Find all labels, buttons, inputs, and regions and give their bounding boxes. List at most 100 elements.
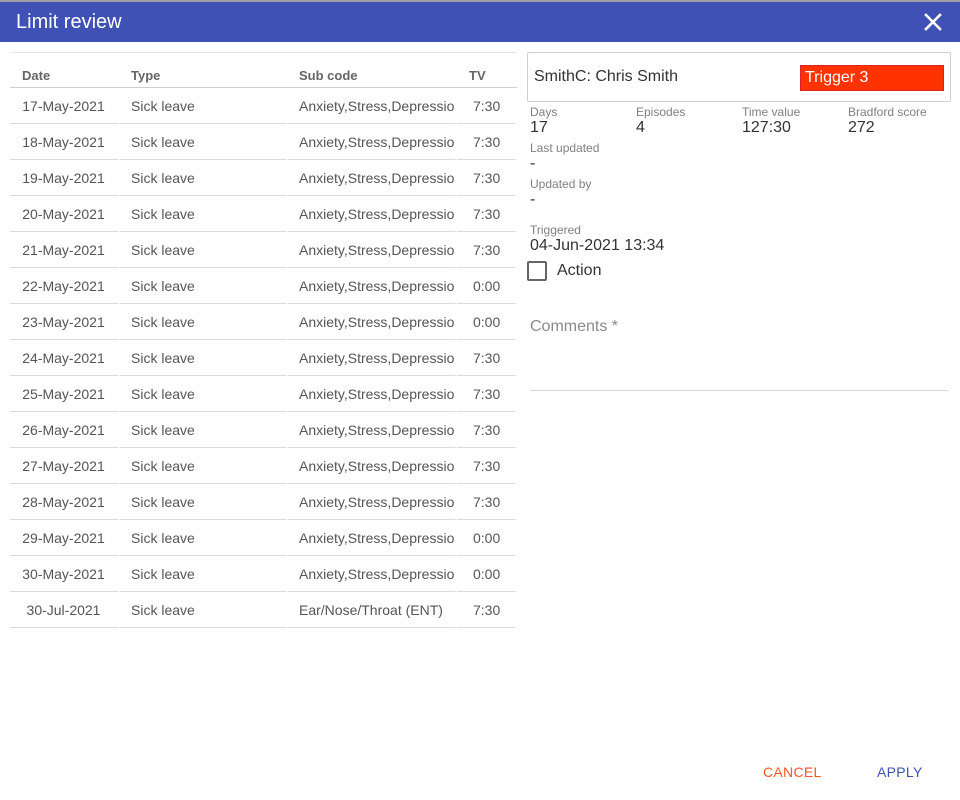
close-icon[interactable] (922, 11, 944, 33)
cell-tv: 7:30 (457, 124, 517, 160)
cell-type: Sick leave (120, 160, 288, 196)
table-row[interactable]: 20-May-2021 Sick leave Anxiety,Stress,Depr… (10, 196, 517, 232)
cell-type: Sick leave (120, 592, 288, 628)
table-row[interactable]: 24-May-2021 Sick leave Anxiety,Stress,Depr… (10, 340, 517, 376)
cell-type: Sick leave (120, 484, 288, 520)
cell-sub-code: Anxiety,Stress,Depression (288, 196, 457, 232)
cell-type: Sick leave (120, 124, 288, 160)
cell-tv: 7:30 (457, 88, 517, 124)
cell-sub-code: Anxiety,Stress,Depression (288, 88, 457, 124)
column-header-tv[interactable]: TV (457, 53, 517, 88)
cell-type: Sick leave (120, 196, 288, 232)
episodes-value: 4 (636, 119, 645, 136)
table-row[interactable]: 21-May-2021 Sick leave Anxiety,Stress,Depr… (10, 232, 517, 268)
cell-type: Sick leave (120, 88, 288, 124)
stat-last-updated: Last updated - (530, 141, 599, 173)
cell-date: 28-May-2021 (10, 484, 120, 520)
table-row[interactable]: 19-May-2021 Sick leave Anxiety,Stress,Depr… (10, 160, 517, 196)
cell-tv: 0:00 (457, 268, 517, 304)
cell-sub-code: Ear/Nose/Throat (ENT) (288, 592, 457, 628)
column-header-sub-code[interactable]: Sub code (288, 53, 457, 88)
absence-table: Date Type Sub code TV 17-May-2021 Sick le… (10, 52, 517, 628)
days-value: 17 (530, 119, 548, 136)
cell-date: 25-May-2021 (10, 376, 120, 412)
limit-review-dialog: Limit review Date Type Sub code TV 17-Ma… (0, 0, 960, 800)
cell-type: Sick leave (120, 340, 288, 376)
cell-sub-code: Anxiety,Stress,Depression (288, 232, 457, 268)
cell-type: Sick leave (120, 232, 288, 268)
cell-sub-code: Anxiety,Stress,Depression (288, 124, 457, 160)
stat-days: Days 17 (530, 105, 557, 137)
column-header-type[interactable]: Type (120, 53, 288, 88)
stat-triggered: Triggered 04-Jun-2021 13:34 (530, 223, 664, 255)
table-row[interactable]: 22-May-2021 Sick leave Anxiety,Stress,Depr… (10, 268, 517, 304)
table-row[interactable]: 27-May-2021 Sick leave Anxiety,Stress,Depr… (10, 448, 517, 484)
cell-type: Sick leave (120, 520, 288, 556)
table-row[interactable]: 23-May-2021 Sick leave Anxiety,Stress,Depr… (10, 304, 517, 340)
table-header-row: Date Type Sub code TV (10, 53, 517, 88)
cell-tv: 7:30 (457, 340, 517, 376)
comments-input[interactable] (530, 316, 948, 391)
trigger-badge: Trigger 3 (800, 65, 944, 91)
last-updated-label: Last updated (530, 141, 600, 155)
dialog-title-bar: Limit review (0, 2, 960, 42)
cell-date: 20-May-2021 (10, 196, 120, 232)
cell-sub-code: Anxiety,Stress,Depression (288, 304, 457, 340)
cell-date: 30-May-2021 (10, 556, 120, 592)
stat-bradford-score: Bradford score 272 (848, 105, 927, 137)
action-checkbox[interactable] (527, 261, 547, 281)
cell-tv: 7:30 (457, 196, 517, 232)
cell-date: 26-May-2021 (10, 412, 120, 448)
cell-sub-code: Anxiety,Stress,Depression (288, 448, 457, 484)
episodes-label: Episodes (636, 105, 686, 119)
table-row[interactable]: 30-May-2021 Sick leave Anxiety,Stress,Depr… (10, 556, 517, 592)
table-row[interactable]: 29-May-2021 Sick leave Anxiety,Stress,Depr… (10, 520, 517, 556)
cell-sub-code: Anxiety,Stress,Depression (288, 520, 457, 556)
column-header-date[interactable]: Date (10, 53, 120, 88)
cell-date: 18-May-2021 (10, 124, 120, 160)
cell-date: 27-May-2021 (10, 448, 120, 484)
cell-type: Sick leave (120, 412, 288, 448)
cell-sub-code: Anxiety,Stress,Depression (288, 484, 457, 520)
time-value: 127:30 (742, 119, 791, 136)
table-row[interactable]: 30-Jul-2021 Sick leave Ear/Nose/Throat (EN… (10, 592, 517, 628)
cell-date: 21-May-2021 (10, 232, 120, 268)
cell-sub-code: Anxiety,Stress,Depression (288, 412, 457, 448)
cell-date: 22-May-2021 (10, 268, 120, 304)
cell-sub-code: Anxiety,Stress,Depression (288, 340, 457, 376)
cell-tv: 0:00 (457, 304, 517, 340)
cell-date: 24-May-2021 (10, 340, 120, 376)
cell-type: Sick leave (120, 268, 288, 304)
table-row[interactable]: 17-May-2021 Sick leave Anxiety,Stress,Depr… (10, 88, 517, 124)
days-label: Days (530, 105, 558, 119)
table-row[interactable]: 26-May-2021 Sick leave Anxiety,Stress,Depr… (10, 412, 517, 448)
table-body: 17-May-2021 Sick leave Anxiety,Stress,Depr… (10, 88, 517, 628)
cancel-button[interactable]: CANCEL (763, 764, 822, 780)
person-name: SmithC: Chris Smith (534, 68, 679, 85)
comments-field[interactable]: Comments * (530, 316, 948, 392)
cell-type: Sick leave (120, 448, 288, 484)
table-row[interactable]: 28-May-2021 Sick leave Anxiety,Stress,Depr… (10, 484, 517, 520)
cell-date: 23-May-2021 (10, 304, 120, 340)
action-label[interactable]: Action (557, 262, 601, 280)
table-row[interactable]: 25-May-2021 Sick leave Anxiety,Stress,Depr… (10, 376, 517, 412)
last-updated-value: - (530, 155, 536, 172)
cell-type: Sick leave (120, 376, 288, 412)
triggered-label: Triggered (530, 223, 581, 237)
time-value-label: Time value (742, 105, 801, 119)
table-row[interactable]: 18-May-2021 Sick leave Anxiety,Stress,Depr… (10, 124, 517, 160)
cell-sub-code: Anxiety,Stress,Depression (288, 556, 457, 592)
cell-sub-code: Anxiety,Stress,Depression (288, 268, 457, 304)
cell-tv: 0:00 (457, 556, 517, 592)
cell-tv: 7:30 (457, 232, 517, 268)
person-card: SmithC: Chris Smith Trigger 3 (527, 52, 951, 102)
stat-time-value: Time value 127:30 (742, 105, 800, 137)
stat-episodes: Episodes 4 (636, 105, 685, 137)
dialog-title: Limit review (16, 11, 122, 33)
apply-button[interactable]: APPLY (877, 764, 923, 780)
cell-tv: 7:30 (457, 160, 517, 196)
cell-date: 30-Jul-2021 (10, 592, 120, 628)
bradford-label: Bradford score (848, 105, 927, 119)
stat-updated-by: Updated by - (530, 177, 591, 209)
cell-tv: 7:30 (457, 448, 517, 484)
